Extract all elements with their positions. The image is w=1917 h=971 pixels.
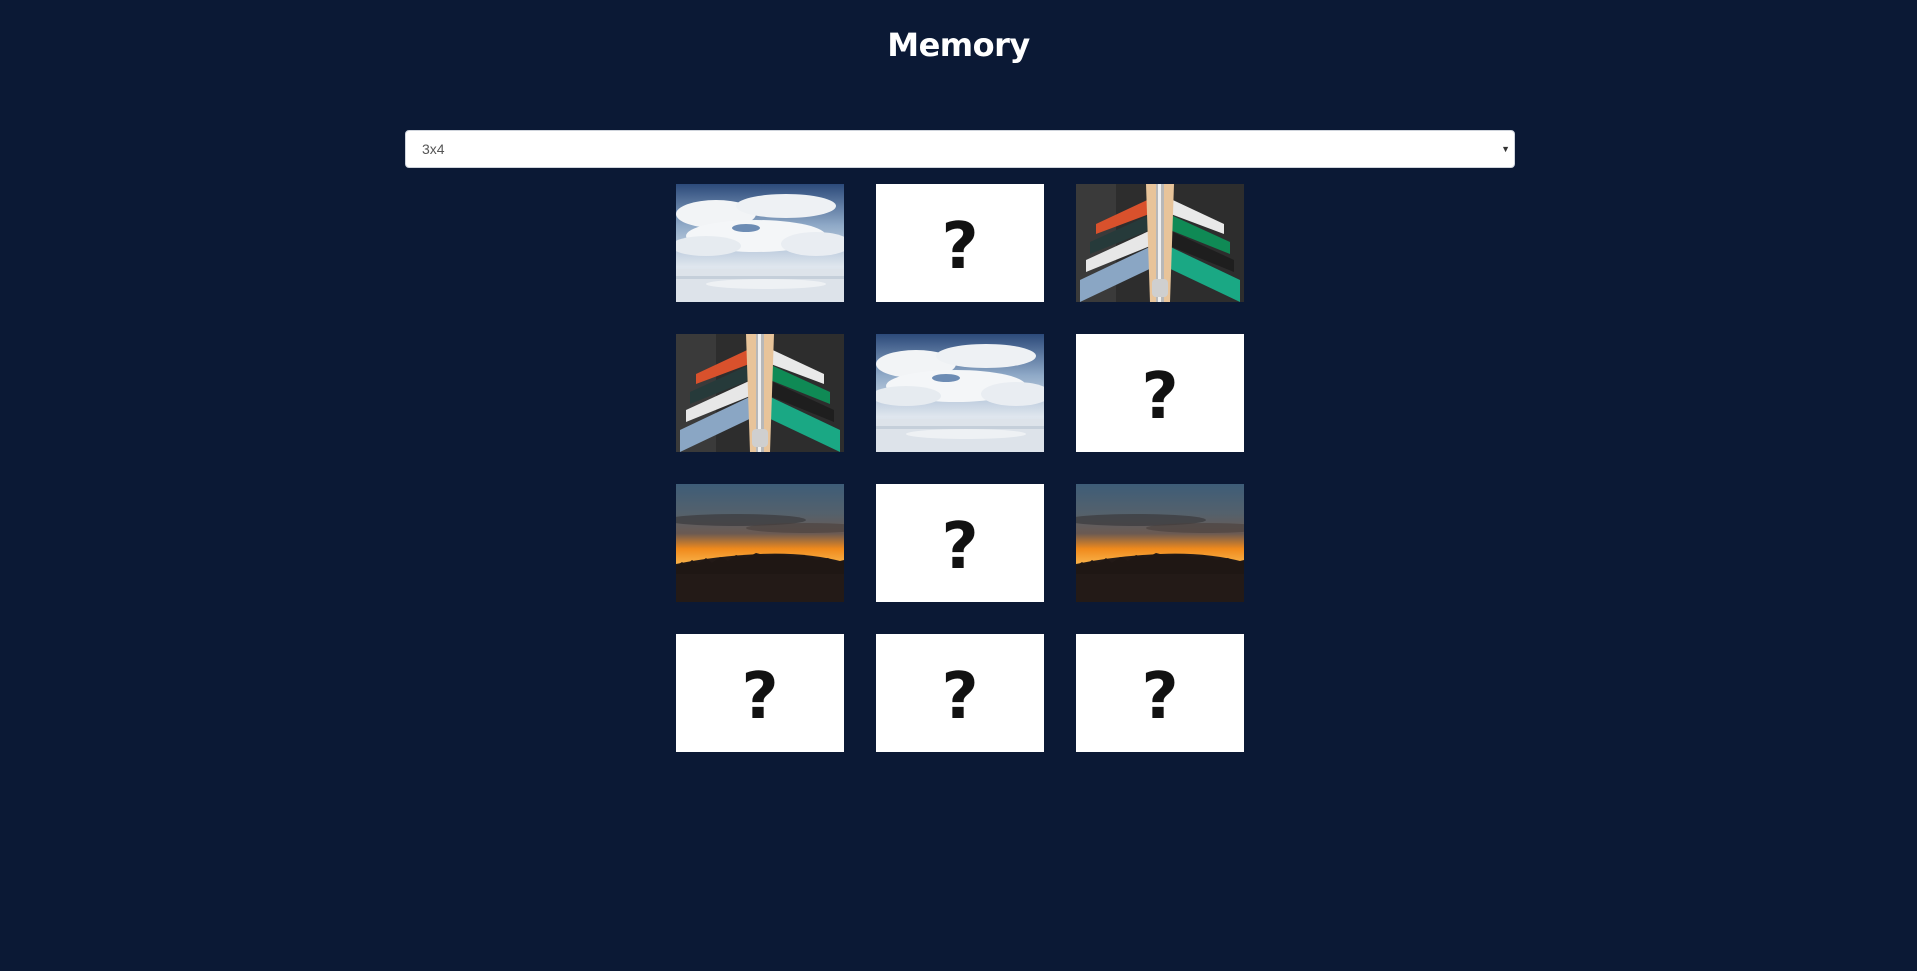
question-mark-icon: ? [1141, 660, 1179, 734]
memory-card-hidden[interactable]: ? [876, 184, 1044, 302]
question-mark-icon: ? [941, 510, 979, 584]
question-mark-icon: ? [1141, 360, 1179, 434]
question-mark-icon: ? [941, 660, 979, 734]
clothes-rack-image [1076, 184, 1244, 302]
memory-card-hidden[interactable]: ? [676, 634, 844, 752]
sky-clouds-image [676, 184, 844, 302]
memory-card-revealed[interactable] [1076, 484, 1244, 602]
board-size-value: 3x4 [422, 141, 445, 157]
page-title: Memory [887, 26, 1030, 64]
memory-card-hidden[interactable]: ? [876, 484, 1044, 602]
question-mark-icon: ? [941, 210, 979, 284]
board-size-select-box[interactable]: 3x4 ▼ [405, 130, 1515, 168]
sky-clouds-image [876, 334, 1044, 452]
memory-card-revealed[interactable] [1076, 184, 1244, 302]
question-mark-icon: ? [741, 660, 779, 734]
card-grid: ? ? ? ? ? ? [676, 184, 1245, 752]
memory-card-revealed[interactable] [876, 334, 1044, 452]
board-size-select[interactable]: 3x4 ▼ [405, 130, 1515, 168]
memory-card-revealed[interactable] [676, 184, 844, 302]
chevron-down-icon: ▼ [1501, 144, 1510, 154]
memory-card-revealed[interactable] [676, 484, 844, 602]
memory-card-revealed[interactable] [676, 334, 844, 452]
memory-card-hidden[interactable]: ? [1076, 334, 1244, 452]
clothes-rack-image [676, 334, 844, 452]
memory-card-hidden[interactable]: ? [1076, 634, 1244, 752]
memory-card-hidden[interactable]: ? [876, 634, 1044, 752]
sunset-hill-image [676, 484, 844, 602]
sunset-hill-image [1076, 484, 1244, 602]
